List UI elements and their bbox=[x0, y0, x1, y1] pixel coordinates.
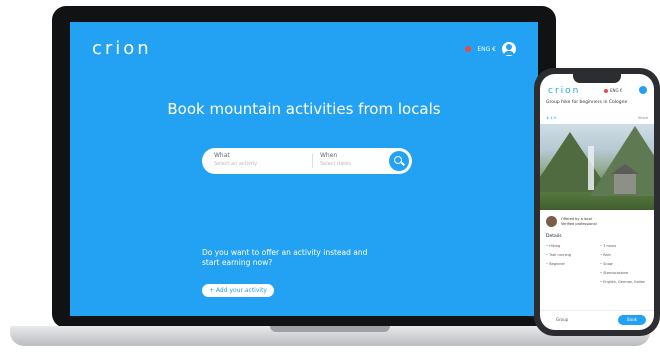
details-list-left: Hiking Trail running Beginner bbox=[546, 242, 571, 269]
activity-photo bbox=[540, 124, 654, 210]
search-icon[interactable] bbox=[389, 151, 409, 171]
details-list-right: 3 hours Rain Snow Stornocazione English,… bbox=[600, 242, 645, 287]
phone-language-selector[interactable]: ENG € bbox=[604, 88, 622, 93]
flag-icon bbox=[465, 46, 472, 52]
list-item: Stornocazione bbox=[600, 269, 645, 278]
user-avatar-icon[interactable] bbox=[502, 42, 516, 56]
book-button[interactable]: Book bbox=[618, 315, 646, 325]
when-label: When bbox=[320, 152, 338, 159]
phone-lang-label: ENG € bbox=[610, 88, 623, 93]
phone-notch bbox=[573, 74, 621, 83]
add-activity-button[interactable]: + Add your activity bbox=[202, 284, 274, 297]
rating: ★ 4.9 bbox=[546, 116, 556, 120]
phone-user-avatar-icon[interactable] bbox=[639, 86, 647, 94]
search-divider bbox=[312, 154, 313, 168]
what-input[interactable]: Select an activity bbox=[214, 161, 257, 167]
waterfall-shape bbox=[588, 146, 594, 190]
hero-title: Book mountain activities from locals bbox=[167, 100, 441, 118]
what-label: What bbox=[214, 152, 230, 159]
list-item: Beginner bbox=[546, 260, 571, 269]
list-item: Trail running bbox=[546, 251, 571, 260]
share-button[interactable]: Share bbox=[638, 116, 648, 120]
language-currency-selector[interactable]: ENG € bbox=[477, 46, 496, 53]
brand-logo[interactable]: crion bbox=[92, 38, 152, 59]
list-item: Snow bbox=[600, 260, 645, 269]
phone-footer: Group Book bbox=[540, 310, 654, 330]
stone-house-shape bbox=[611, 164, 639, 194]
search-bar[interactable]: What Select an activity When Select date… bbox=[202, 148, 412, 174]
host-name: Offered by a local bbox=[561, 216, 592, 221]
list-item: 3 hours bbox=[600, 242, 645, 251]
details-heading: Details bbox=[546, 234, 562, 239]
host-text: Offered by a local Verified professional bbox=[561, 217, 597, 227]
laptop-hinge bbox=[270, 326, 390, 332]
flag-icon bbox=[604, 88, 608, 93]
list-item: Rain bbox=[600, 251, 645, 260]
offer-activity-text: Do you want to offer an activity instead… bbox=[202, 248, 368, 267]
list-item: Hiking bbox=[546, 242, 571, 251]
host-subtitle: Verified professional bbox=[561, 221, 597, 226]
phone-screen: crion ENG € Group hike for beginners in … bbox=[540, 74, 654, 330]
host-info[interactable]: Offered by a local Verified professional bbox=[546, 216, 597, 227]
group-label: Group bbox=[556, 317, 569, 322]
activity-title: Group hike for beginners in Cologne bbox=[546, 100, 628, 105]
laptop-screen: crion ENG € Book mountain activities fro… bbox=[70, 22, 538, 316]
host-avatar bbox=[546, 216, 557, 227]
list-item: English, German, Italian bbox=[600, 278, 645, 287]
when-input[interactable]: Select dates bbox=[320, 161, 351, 167]
phone-brand-logo[interactable]: crion bbox=[548, 86, 580, 96]
header-actions: ENG € bbox=[465, 42, 516, 56]
